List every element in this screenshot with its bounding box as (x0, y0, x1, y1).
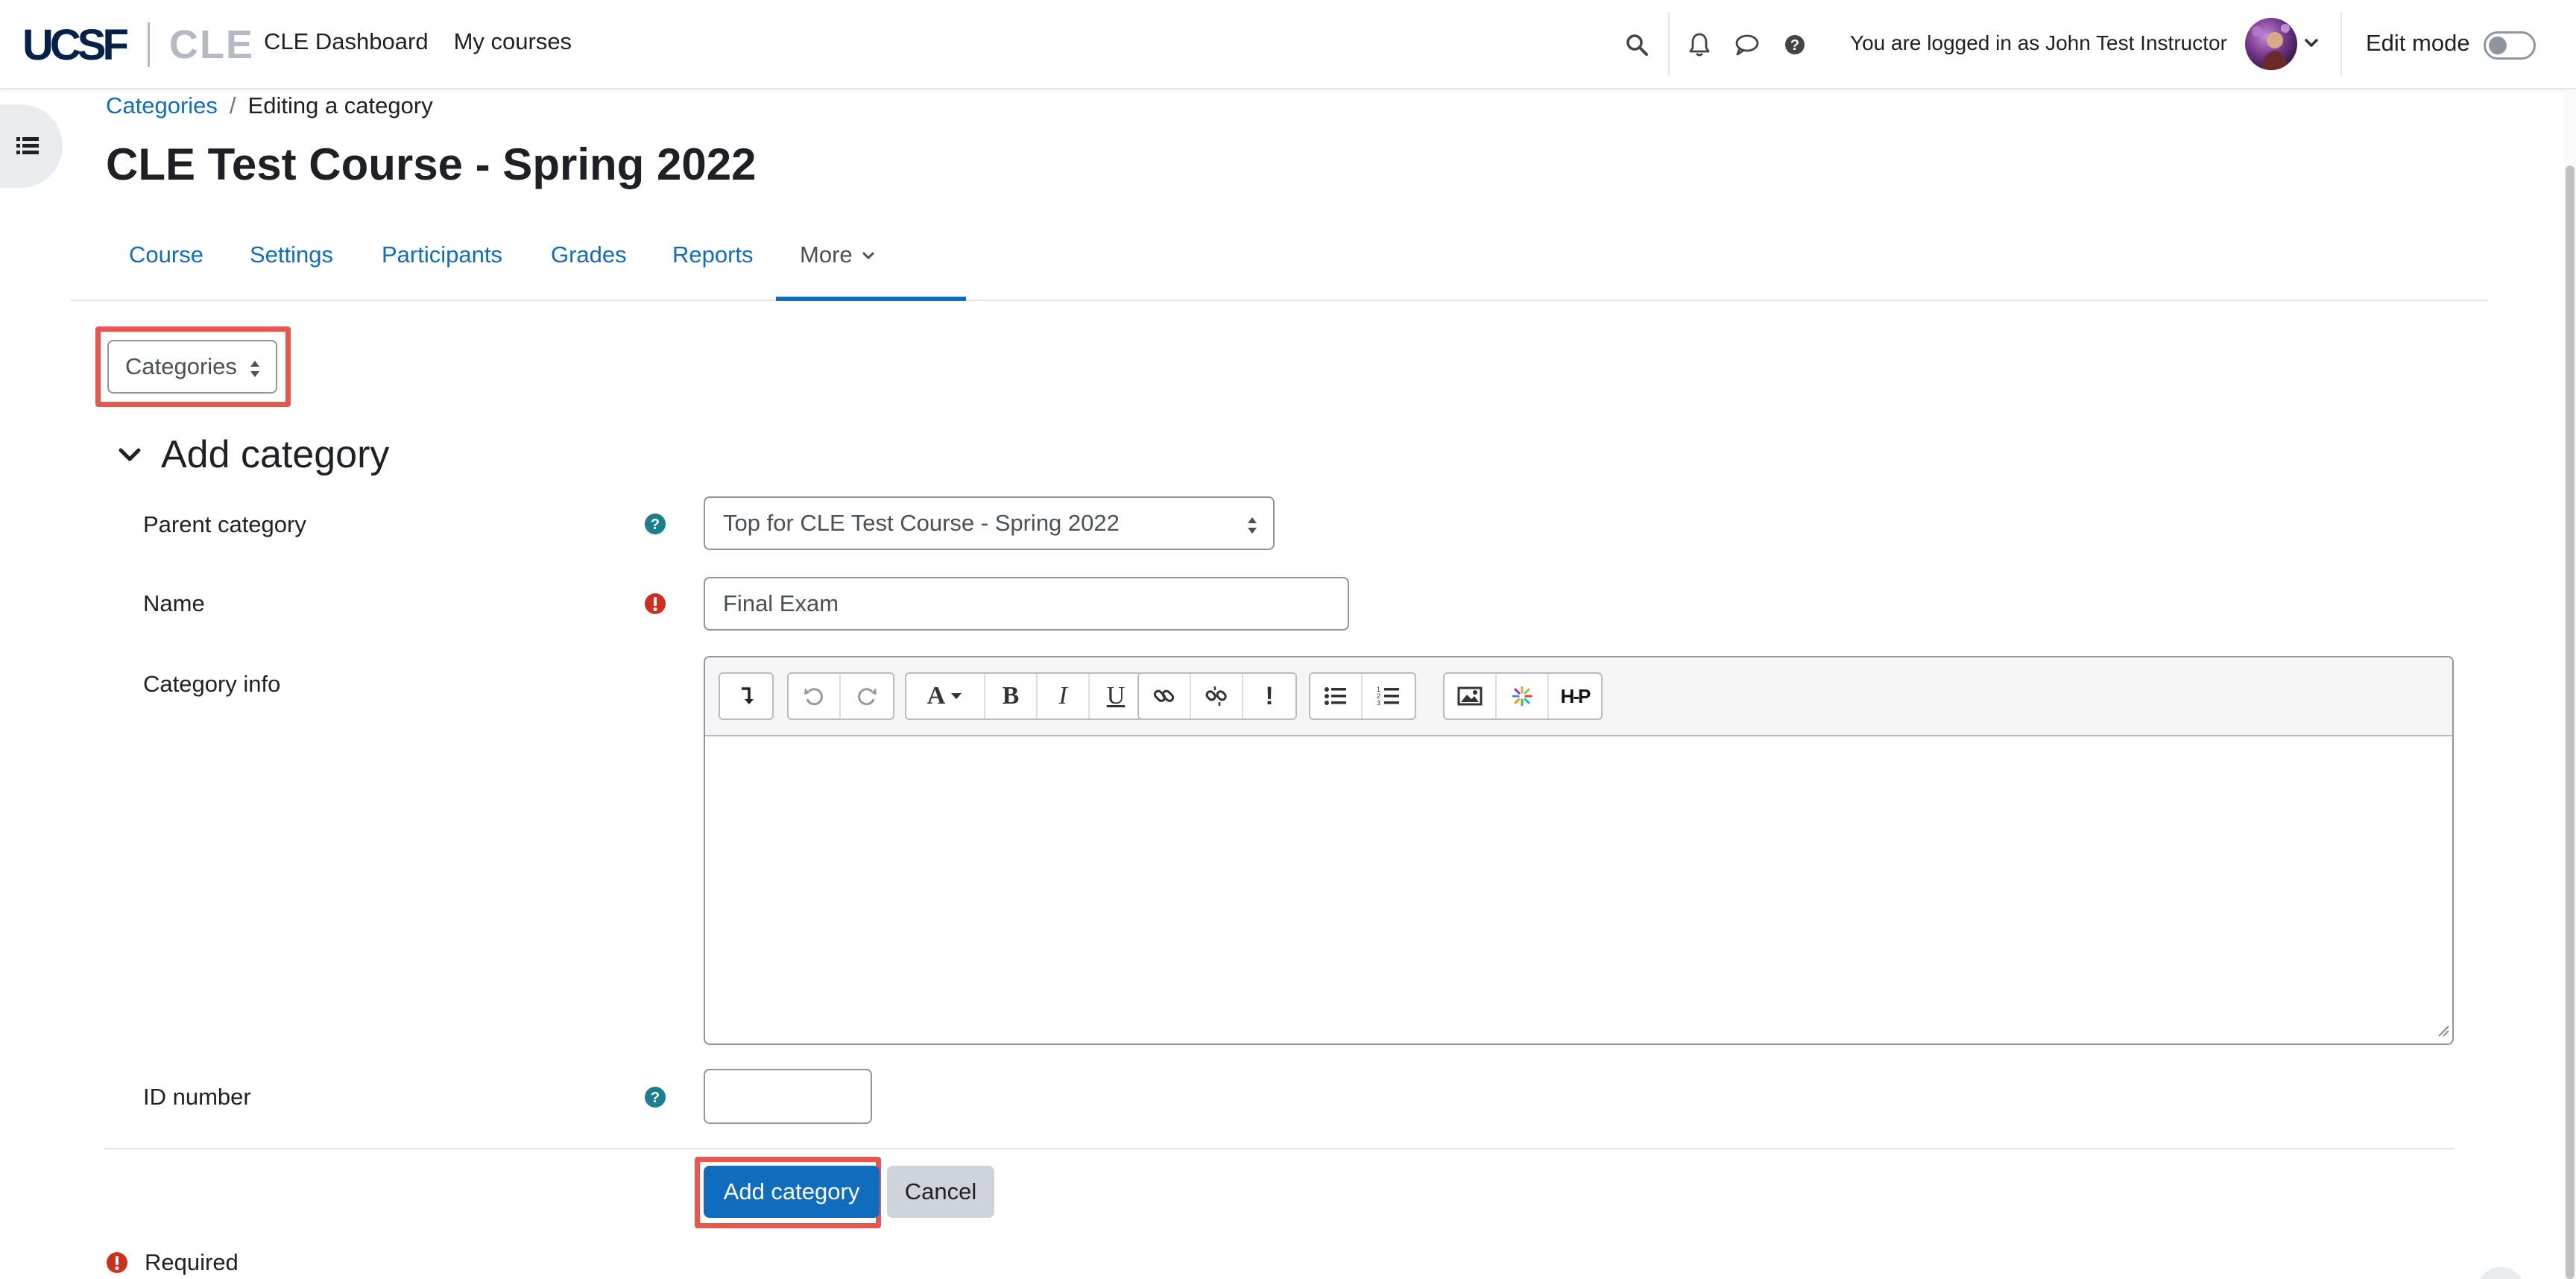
sort-arrows-icon (1248, 517, 1257, 534)
site-logo[interactable]: UCSF CLE (22, 16, 254, 73)
required-legend: Required (106, 1249, 239, 1276)
required-label: Required (145, 1249, 239, 1275)
toolbar-group-history (787, 672, 894, 720)
parent-category-label: Parent category (143, 511, 306, 537)
logged-in-text: You are logged in as John Test Instructo… (1850, 31, 2227, 54)
media-icon[interactable] (1497, 674, 1549, 719)
name-input-value: Final Exam (723, 590, 839, 616)
breadcrumb-current: Editing a category (247, 92, 433, 119)
course-index-drawer-button[interactable] (0, 104, 63, 188)
category-info-label: Category info (143, 671, 281, 697)
chevron-down-icon (119, 448, 141, 461)
toggle-knob (2489, 37, 2507, 54)
primary-navigation: CLE Dashboard My courses (264, 28, 572, 55)
name-input[interactable]: Final Exam (704, 577, 1349, 631)
name-label: Name (143, 590, 205, 616)
nav-link-dashboard[interactable]: CLE Dashboard (264, 28, 429, 55)
logo-main: UCSF (22, 20, 129, 69)
navigation-select-value: Categories (125, 353, 237, 379)
breadcrumb-separator: / (229, 92, 236, 119)
navigation-select[interactable]: Categories (107, 340, 277, 394)
toolbar-group-toggle (719, 672, 774, 720)
font-style-icon[interactable]: A (906, 674, 985, 719)
help-icon[interactable]: ? (644, 1086, 666, 1108)
svg-text:?: ? (1790, 37, 1799, 54)
parent-category-value: Top for CLE Test Course - Spring 2022 (723, 510, 1120, 536)
cancel-button[interactable]: Cancel (887, 1166, 994, 1218)
bell-icon[interactable] (1683, 28, 1716, 61)
help-icon[interactable]: ? (1778, 28, 1811, 61)
parent-category-select[interactable]: Top for CLE Test Course - Spring 2022 (704, 496, 1275, 550)
italic-icon[interactable]: I (1038, 674, 1090, 719)
tab-grades[interactable]: Grades (551, 241, 627, 268)
redo-icon[interactable] (841, 674, 893, 719)
section-title: Add category (161, 433, 390, 476)
tab-reports[interactable]: Reports (672, 241, 754, 268)
unlink-icon[interactable] (1191, 674, 1243, 719)
toolbar-toggle-icon[interactable] (720, 674, 772, 719)
form-divider (104, 1148, 2454, 1149)
logo-divider (147, 22, 150, 67)
toolbar-group-media: H-P (1443, 672, 1603, 720)
image-icon[interactable] (1445, 674, 1497, 719)
undo-icon[interactable] (789, 674, 841, 719)
svg-text:?: ? (651, 517, 660, 533)
scrollbar-thumb[interactable] (2566, 165, 2575, 1279)
editor-toolbar: A B I U ! 123 H-P (705, 657, 2452, 736)
help-icon[interactable]: ? (644, 513, 666, 535)
tab-more[interactable]: More (800, 241, 875, 268)
required-icon (645, 593, 666, 614)
chevron-down-icon[interactable] (2303, 34, 2320, 54)
chevron-down-icon (862, 252, 874, 259)
list-icon (16, 137, 39, 154)
bold-icon[interactable]: B (985, 674, 1038, 719)
logo-sub: CLE (168, 22, 254, 67)
required-icon (107, 1252, 127, 1273)
section-header[interactable]: Add category (116, 432, 389, 477)
toolbar-group-style: A B I U (905, 672, 1143, 720)
numbered-list-icon[interactable]: 123 (1363, 674, 1415, 719)
user-avatar[interactable] (2245, 18, 2297, 70)
category-info-editor: A B I U ! 123 H-P (704, 656, 2454, 1045)
add-category-button[interactable]: Add category (704, 1166, 880, 1218)
svg-text:3: 3 (1377, 699, 1380, 707)
resize-grip-icon[interactable] (2437, 1025, 2449, 1040)
chat-icon[interactable] (1731, 28, 1764, 61)
toolbar-group-links: ! (1137, 672, 1297, 720)
underline-icon[interactable]: U (1090, 674, 1142, 719)
tab-settings[interactable]: Settings (250, 241, 333, 268)
nav-link-my-courses[interactable]: My courses (454, 28, 572, 55)
top-navbar: UCSF CLE CLE Dashboard My courses ? You … (0, 0, 2576, 89)
h5p-icon[interactable]: H-P (1549, 674, 1601, 719)
link-icon[interactable] (1139, 674, 1191, 719)
secondary-navigation-tabs: Course Settings Participants Grades Repo… (71, 231, 2487, 301)
toolbar-group-lists: 123 (1309, 672, 1416, 720)
navbar-divider (2340, 12, 2342, 76)
edit-mode-toggle[interactable] (2484, 31, 2536, 60)
exclamation-icon[interactable]: ! (1243, 674, 1295, 719)
navbar-divider (1668, 12, 1670, 76)
search-icon[interactable] (1620, 28, 1653, 61)
tab-more-label: More (800, 241, 853, 268)
svg-text:?: ? (651, 1090, 660, 1106)
tab-course[interactable]: Course (129, 241, 203, 268)
bullet-list-icon[interactable] (1310, 674, 1363, 719)
active-tab-indicator (776, 297, 966, 301)
breadcrumb: Categories / Editing a category (106, 92, 433, 119)
page-title: CLE Test Course - Spring 2022 (106, 139, 757, 189)
breadcrumb-link-categories[interactable]: Categories (106, 92, 218, 119)
edit-mode-label: Edit mode (2366, 30, 2470, 56)
id-number-input[interactable] (704, 1069, 872, 1124)
sort-arrows-icon (250, 361, 259, 377)
id-number-label: ID number (143, 1084, 251, 1110)
tab-participants[interactable]: Participants (382, 241, 502, 268)
footer-help-button[interactable] (2476, 1267, 2525, 1279)
